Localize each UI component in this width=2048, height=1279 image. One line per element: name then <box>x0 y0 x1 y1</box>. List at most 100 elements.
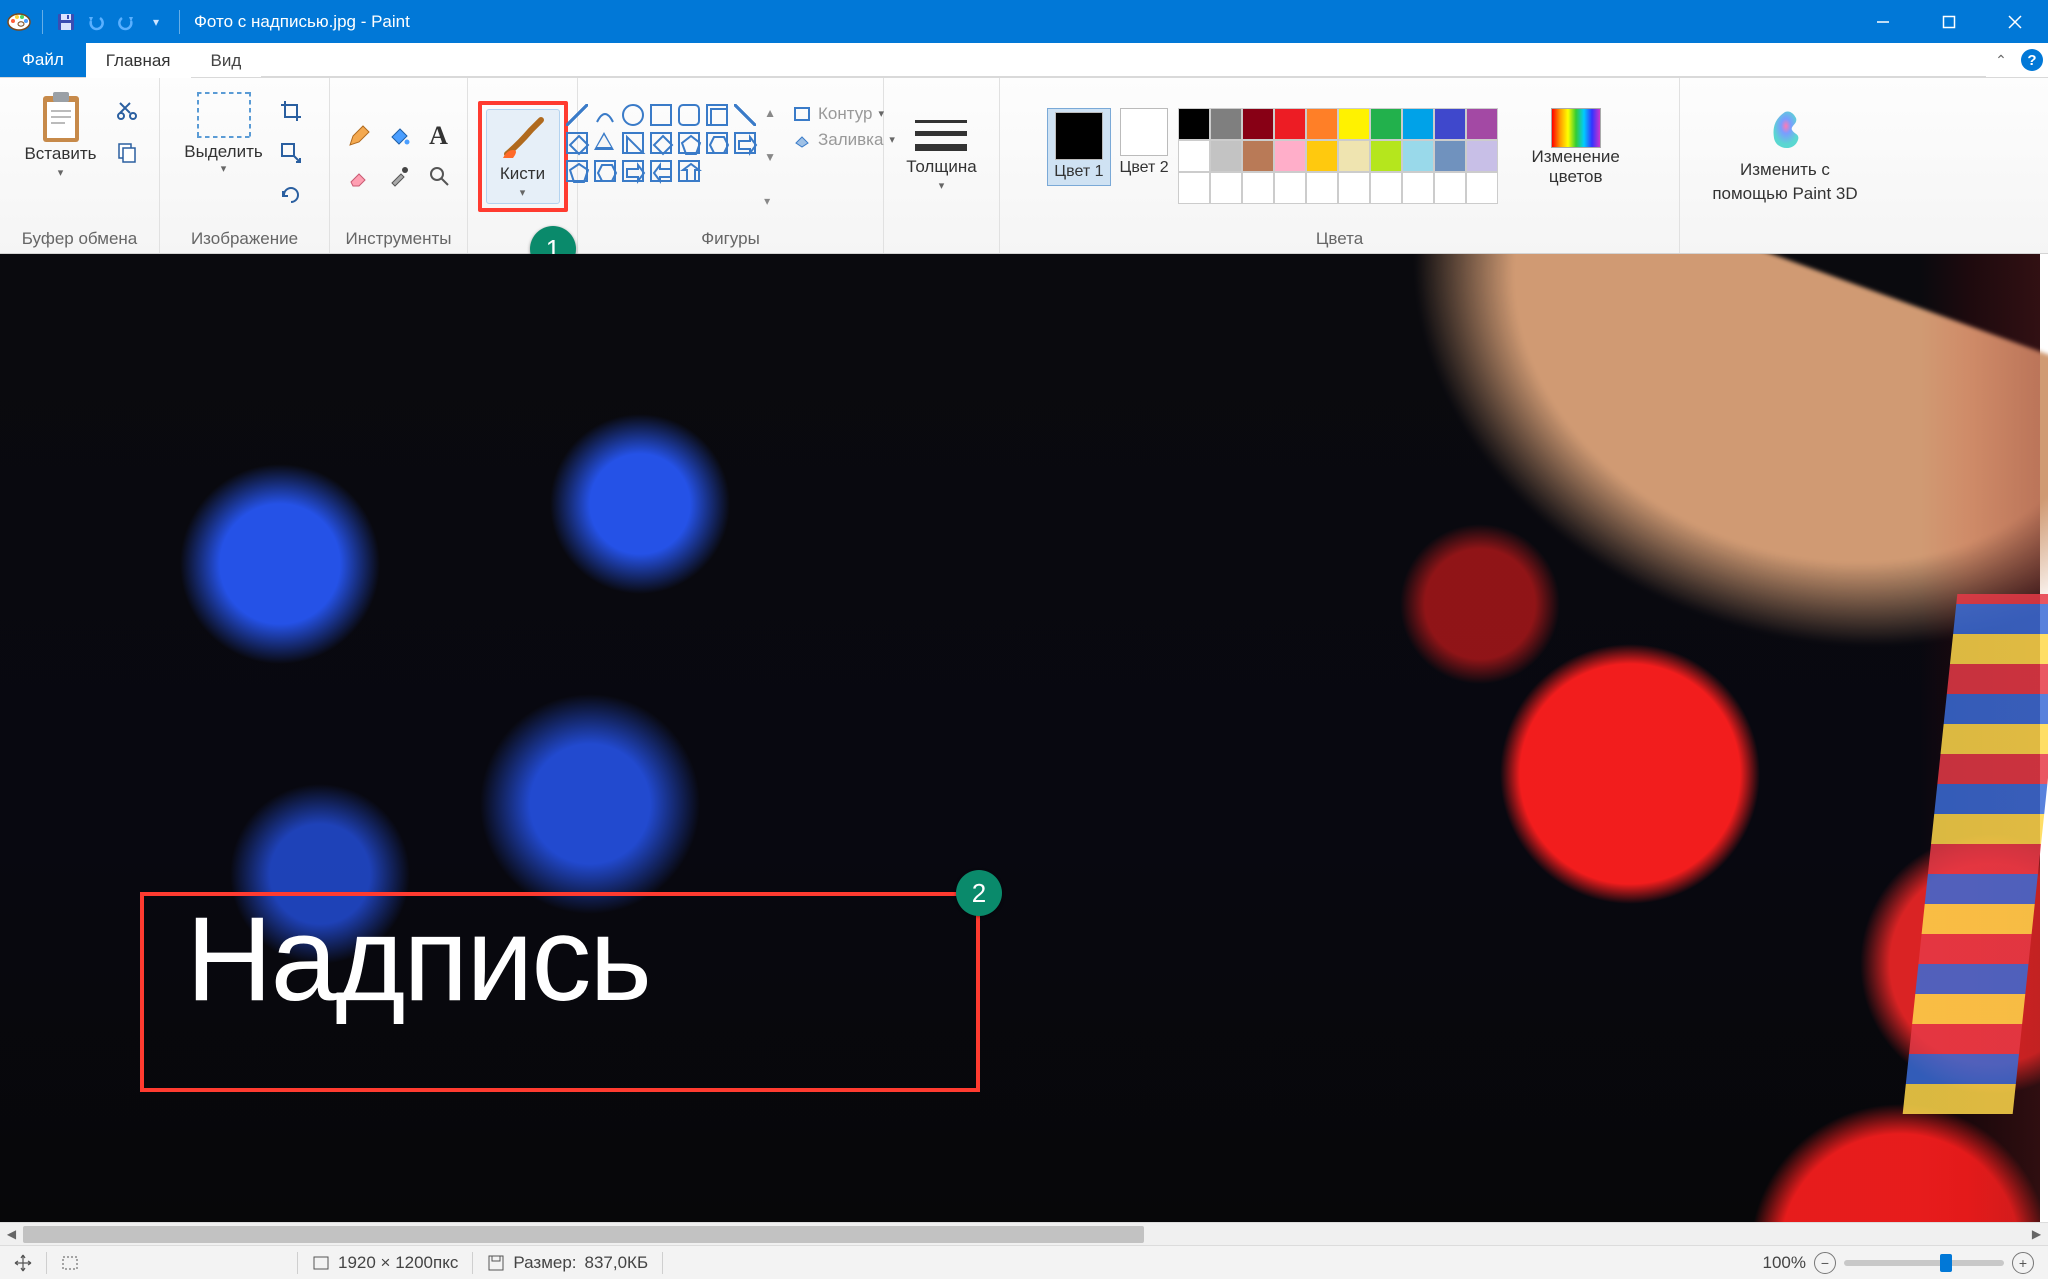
palette-swatch[interactable] <box>1307 109 1337 139</box>
collapse-ribbon-icon[interactable]: ⌃ <box>1986 43 2016 77</box>
move-icon <box>14 1254 32 1272</box>
size-button[interactable]: Толщина ▾ <box>900 118 982 194</box>
palette-swatch[interactable] <box>1243 173 1273 203</box>
palette-swatch[interactable] <box>1403 141 1433 171</box>
palette-swatch[interactable] <box>1307 141 1337 171</box>
palette-swatch[interactable] <box>1339 141 1369 171</box>
fill-tool[interactable] <box>381 118 417 154</box>
palette-swatch[interactable] <box>1339 173 1369 203</box>
thickness-icon <box>915 120 967 151</box>
color-picker-tool[interactable] <box>381 158 417 194</box>
palette-swatch[interactable] <box>1371 109 1401 139</box>
color2-swatch <box>1121 109 1167 155</box>
resize-button[interactable] <box>277 140 305 166</box>
palette-swatch[interactable] <box>1403 109 1433 139</box>
help-button[interactable]: ? <box>2016 43 2048 77</box>
canvas-size-pane: 1920 × 1200пкс <box>298 1246 472 1279</box>
qat-customize-icon[interactable]: ▾ <box>143 9 169 35</box>
group-colors: Цвет 1 Цвет 2 Изменение цветов Цвета <box>1000 78 1680 253</box>
palette-swatch[interactable] <box>1403 173 1433 203</box>
palette-swatch[interactable] <box>1243 141 1273 171</box>
shapes-gallery[interactable] <box>566 104 756 182</box>
paint3d-button[interactable]: Изменить с помощью Paint 3D <box>1712 108 1857 204</box>
redo-icon[interactable] <box>113 9 139 35</box>
close-button[interactable] <box>1982 0 2048 43</box>
palette-swatch[interactable] <box>1467 141 1497 171</box>
cursor-position-pane <box>0 1246 46 1279</box>
zoom-slider[interactable] <box>1844 1260 2004 1266</box>
palette-swatch[interactable] <box>1435 141 1465 171</box>
edit-colors-label: Изменение цветов <box>1521 147 1631 187</box>
zoom-out-button[interactable]: − <box>1814 1252 1836 1274</box>
tab-view[interactable]: Вид <box>191 43 262 77</box>
zoom-in-button[interactable]: + <box>2012 1252 2034 1274</box>
dimensions-icon <box>312 1255 330 1271</box>
scroll-right-icon[interactable]: ▶ <box>2025 1223 2048 1246</box>
palette-swatch[interactable] <box>1435 109 1465 139</box>
palette-swatch[interactable] <box>1211 173 1241 203</box>
select-button[interactable]: Выделить ▾ <box>184 92 262 175</box>
shapes-scroll-up-icon[interactable]: ▲ <box>764 106 776 120</box>
magnifier-tool[interactable] <box>421 158 457 194</box>
save-icon[interactable] <box>53 9 79 35</box>
shape-fill-button[interactable]: Заливка▾ <box>792 130 895 150</box>
palette-swatch[interactable] <box>1275 109 1305 139</box>
brushes-label: Кисти <box>500 164 545 184</box>
group-clipboard: Вставить ▾ Буфер обмена <box>0 78 160 253</box>
work-area: Надпись 2 <box>0 254 2048 1222</box>
scroll-left-icon[interactable]: ◀ <box>0 1223 23 1246</box>
help-icon: ? <box>2021 49 2043 71</box>
palette-swatch[interactable] <box>1275 173 1305 203</box>
edit-colors-button[interactable]: Изменение цветов <box>1521 109 1631 187</box>
palette-swatch[interactable] <box>1371 141 1401 171</box>
chevron-down-icon: ▾ <box>221 162 227 175</box>
palette-swatch[interactable] <box>1179 109 1209 139</box>
selection-size-pane <box>47 1246 297 1279</box>
color1-button[interactable]: Цвет 1 <box>1048 109 1109 185</box>
palette-swatch[interactable] <box>1211 141 1241 171</box>
palette-swatch[interactable] <box>1467 109 1497 139</box>
color-palette[interactable] <box>1179 109 1497 203</box>
horizontal-scrollbar[interactable]: ◀ ▶ <box>0 1222 2048 1245</box>
eraser-tool[interactable] <box>341 158 377 194</box>
palette-swatch[interactable] <box>1243 109 1273 139</box>
paste-button[interactable]: Вставить ▾ <box>18 92 102 181</box>
annotation-badge-2: 2 <box>956 870 1002 916</box>
tab-home[interactable]: Главная <box>86 43 191 78</box>
minimize-button[interactable] <box>1850 0 1916 43</box>
group-tools: A Инструменты <box>330 78 468 253</box>
palette-swatch[interactable] <box>1179 173 1209 203</box>
pencil-tool[interactable] <box>341 118 377 154</box>
palette-swatch[interactable] <box>1211 109 1241 139</box>
color1-swatch <box>1056 113 1102 159</box>
ribbon: Вставить ▾ Буфер обмена Выделить ▾ Изобр <box>0 78 2048 254</box>
cut-button[interactable] <box>113 96 141 124</box>
palette-swatch[interactable] <box>1371 173 1401 203</box>
palette-swatch[interactable] <box>1275 141 1305 171</box>
shape-fill-label: Заливка <box>818 130 883 150</box>
tab-file[interactable]: Файл <box>0 43 86 77</box>
color2-button[interactable]: Цвет 2 <box>1120 109 1169 177</box>
palette-swatch[interactable] <box>1179 141 1209 171</box>
group-tools-label: Инструменты <box>345 227 451 251</box>
crop-button[interactable] <box>277 98 305 124</box>
maximize-button[interactable] <box>1916 0 1982 43</box>
scrollbar-thumb[interactable] <box>23 1226 1144 1243</box>
text-tool[interactable]: A <box>421 118 457 154</box>
file-size-label: Размер: <box>513 1253 576 1273</box>
file-size-value: 837,0КБ <box>585 1253 649 1273</box>
brushes-button[interactable]: Кисти ▾ <box>486 109 560 204</box>
shapes-expand-icon[interactable]: ▾ <box>764 194 776 208</box>
palette-swatch[interactable] <box>1435 173 1465 203</box>
undo-icon[interactable] <box>83 9 109 35</box>
palette-swatch[interactable] <box>1307 173 1337 203</box>
palette-swatch[interactable] <box>1467 173 1497 203</box>
rotate-button[interactable] <box>277 182 305 208</box>
shapes-scroll-down-icon[interactable]: ▼ <box>764 150 776 164</box>
canvas[interactable]: Надпись 2 <box>0 254 2040 1222</box>
shape-outline-button[interactable]: Контур▾ <box>792 104 895 124</box>
color2-label: Цвет 2 <box>1120 159 1169 177</box>
copy-button[interactable] <box>113 138 141 166</box>
palette-swatch[interactable] <box>1339 109 1369 139</box>
group-shapes: ▲ ▼ ▾ Контур▾ Заливка▾ Фигуры <box>578 78 884 253</box>
